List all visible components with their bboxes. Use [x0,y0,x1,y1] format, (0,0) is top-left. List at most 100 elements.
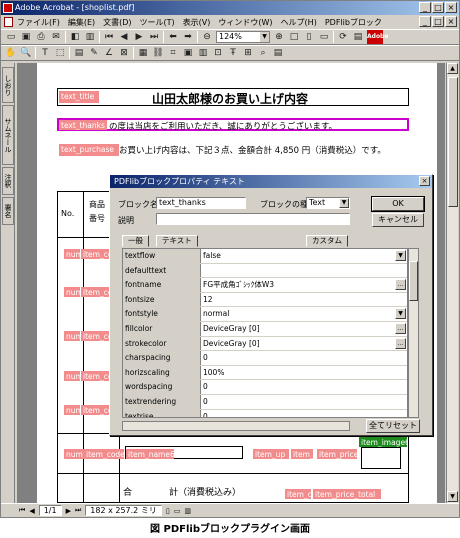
property-row-defaulttext[interactable]: defaulttext [123,263,407,279]
cancel-button[interactable]: キャンセル [372,213,424,227]
block-item-price[interactable]: item_price [317,449,357,459]
tab-signatures[interactable]: 署名 [2,197,14,225]
tab-general[interactable]: 一般 [122,235,149,247]
property-value[interactable]: 0 [201,410,407,417]
block-price-total[interactable]: item_price_total [313,489,381,499]
continuous-icon[interactable]: ▭ [174,507,181,515]
ok-button[interactable]: OK [371,196,425,212]
scroll-up-icon[interactable]: ▲ [447,63,458,74]
property-row-textrendering[interactable]: textrendering 0 [123,394,407,410]
prev-page-icon[interactable]: ◀ [118,31,130,43]
tab-text[interactable]: テキスト [156,235,198,247]
property-row-wordspacing[interactable]: wordspacing 0 [123,380,407,395]
property-value[interactable]: 100% [201,366,407,380]
dropdown-button[interactable]: ▼ [395,308,406,320]
hand-tool-icon[interactable]: ◧ [69,31,81,43]
print-icon[interactable]: ⎙ [35,31,47,43]
single-page-icon[interactable]: ▯ [166,507,170,515]
last-page-icon[interactable]: ⏭ [148,31,160,43]
page-number[interactable]: 1/1 [38,505,62,516]
property-row-fontstyle[interactable]: fontstyle normal ▼ [123,307,407,322]
scroll-thumb[interactable] [409,261,418,301]
block-num[interactable]: num [64,405,80,415]
property-value[interactable]: FG平成角ｺﾞｼｯｸ体W3... [201,278,407,292]
fit-page-icon[interactable]: ▯ [303,31,315,43]
fit-width-icon[interactable]: ▭ [318,31,330,43]
property-value[interactable] [201,264,407,278]
dialog-close-button[interactable]: × [419,176,430,186]
property-row-textrise[interactable]: textrise 0 [123,409,407,417]
property-grid-scrollbar[interactable] [408,248,419,418]
property-row-strokecolor[interactable]: strokecolor DeviceGray [0]... [123,336,407,352]
highlight-icon[interactable]: ∠ [103,47,115,59]
property-value[interactable]: false ▼ [201,249,407,263]
menu-document[interactable]: 文書(D) [103,17,131,28]
next-page-icon[interactable]: ▶ [66,507,71,515]
block-item-unit-price[interactable]: item_up [253,449,289,459]
open-icon[interactable]: ▭ [5,31,17,43]
form-icon[interactable]: ▦ [137,47,149,59]
browse-button[interactable]: ... [395,322,406,334]
property-value[interactable]: DeviceGray [0]... [201,337,407,351]
email-icon[interactable]: ✉ [50,31,62,43]
dialog-horizontal-scrollbar[interactable] [122,421,350,431]
menu-pdflib-block[interactable]: PDFlibブロック [325,17,382,28]
actual-size-icon[interactable]: □ [288,31,300,43]
back-icon[interactable]: ⬅ [167,31,179,43]
block-item-count[interactable]: item_c [291,449,313,459]
forward-icon[interactable]: ➡ [182,31,194,43]
touchup-text-icon[interactable]: Ŧ [227,47,239,59]
facing-icon[interactable]: ▥ [184,507,191,515]
text-select-icon[interactable]: T [39,47,51,59]
crop-icon[interactable]: ⌗ [167,47,179,59]
block-name-input[interactable]: text_thanks [156,197,246,209]
first-page-icon[interactable]: ⏮ [19,506,25,515]
block-num[interactable]: num [64,249,80,259]
tab-thumbnails[interactable]: サムネール [2,105,14,165]
property-value[interactable]: 0 [201,351,407,365]
first-page-icon[interactable]: ⏮ [103,31,115,43]
movie-icon[interactable]: ▣ [182,47,194,59]
doc-close-button[interactable]: × [445,16,457,27]
last-page-icon[interactable]: ⏭ [75,506,81,515]
prev-page-icon[interactable]: ◀ [29,507,34,515]
doc-minimize-button[interactable]: _ [419,16,431,27]
block-num[interactable]: num [64,371,80,381]
scroll-down-icon[interactable]: ▼ [447,491,458,502]
menu-edit[interactable]: 編集(E) [68,17,95,28]
rotate-icon[interactable]: ⟳ [337,31,349,43]
article-icon[interactable]: ▥ [197,47,209,59]
scroll-thumb[interactable] [448,77,458,207]
block-num[interactable]: num [64,449,84,459]
display-icon[interactable]: ▤ [352,31,364,43]
property-row-horizscaling[interactable]: horizscaling 100% [123,365,407,381]
close-button[interactable]: × [445,2,457,13]
block-item-image[interactable]: item_image6 [359,437,407,447]
property-value[interactable]: 0 [201,380,407,394]
block-text-thanks[interactable]: text_thanks [59,120,107,130]
property-row-fillcolor[interactable]: fillcolor DeviceGray [0]... [123,321,407,337]
property-value[interactable]: normal ▼ [201,307,407,321]
browse-button[interactable]: ... [395,337,406,349]
browse-button[interactable]: ... [395,279,406,291]
tab-custom[interactable]: カスタム [306,235,348,247]
property-row-fontname[interactable]: fontname FG平成角ｺﾞｼｯｸ体W3... [123,278,407,293]
tab-comments[interactable]: 注釈 [2,167,14,195]
tab-bookmarks[interactable]: しおり [2,67,14,103]
panel-icon[interactable]: ▥ [84,31,96,43]
find-icon[interactable]: ▤ [272,47,284,59]
zoom-out-icon[interactable]: ⊖ [201,31,213,43]
block-item-name[interactable]: item_name6 [126,449,174,459]
doc-restore-button[interactable]: □ [432,16,444,27]
hand-icon[interactable]: ✋ [5,47,17,59]
pencil-icon[interactable]: ✎ [88,47,100,59]
block-num[interactable]: num [64,287,80,297]
menu-tools[interactable]: ツール(T) [140,17,175,28]
property-row-textflow[interactable]: textflow false ▼ [123,249,407,264]
block-total-count[interactable]: item_c [285,489,311,499]
property-value[interactable]: DeviceGray [0]... [201,322,407,336]
zoom-tool-icon[interactable]: 🔍 [20,47,32,59]
menu-help[interactable]: ヘルプ(H) [281,17,317,28]
menu-view[interactable]: 表示(V) [183,17,211,28]
graphics-select-icon[interactable]: ⬚ [54,47,66,59]
